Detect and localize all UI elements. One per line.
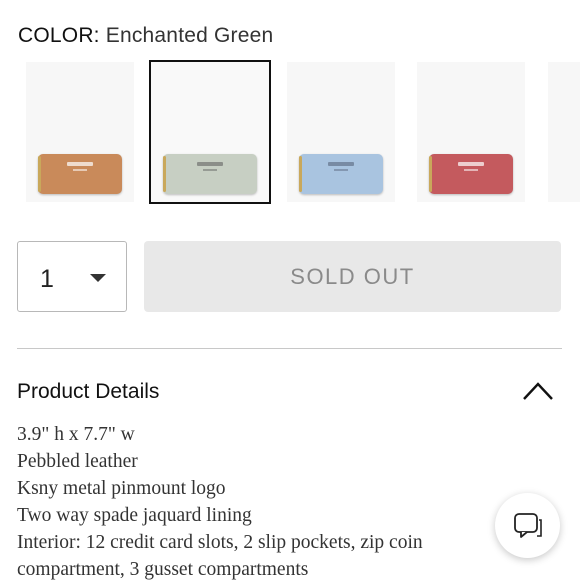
wallet-image-enchanted-green bbox=[163, 154, 257, 194]
section-divider bbox=[17, 348, 562, 349]
detail-item: Interior: 12 credit card slots, 2 slip p… bbox=[17, 532, 423, 553]
wallet-image-rose bbox=[429, 154, 513, 194]
swatch-tan[interactable] bbox=[26, 62, 134, 202]
chat-button[interactable] bbox=[495, 493, 560, 558]
swatch-light-blue[interactable] bbox=[287, 62, 395, 202]
detail-item: Two way spade jaquard lining bbox=[17, 505, 252, 526]
color-swatch-carousel[interactable] bbox=[0, 60, 580, 206]
selected-color-name: Enchanted Green bbox=[105, 24, 274, 47]
color-label-row: COLOR: Enchanted Green bbox=[18, 24, 273, 48]
sold-out-button[interactable]: SOLD OUT bbox=[144, 241, 561, 312]
chevron-up-icon[interactable] bbox=[522, 380, 554, 402]
caret-down-icon bbox=[90, 274, 106, 282]
detail-item: compartment, 3 gusset compartments bbox=[17, 559, 309, 580]
detail-item: Pebbled leather bbox=[17, 451, 138, 472]
quantity-value: 1 bbox=[40, 265, 54, 293]
swatch-enchanted-green[interactable] bbox=[149, 60, 271, 204]
sold-out-label: SOLD OUT bbox=[290, 263, 415, 289]
color-label: COLOR: bbox=[18, 24, 100, 47]
chat-bubble-icon bbox=[513, 512, 542, 538]
product-details-list: 3.9" h x 7.7" w Pebbled leather Ksny met… bbox=[17, 421, 487, 580]
swatch-rose[interactable] bbox=[417, 62, 525, 202]
swatch-next-partial[interactable] bbox=[548, 62, 580, 202]
product-details-heading[interactable]: Product Details bbox=[17, 380, 159, 404]
detail-item: Ksny metal pinmount logo bbox=[17, 478, 226, 499]
wallet-image-light-blue bbox=[299, 154, 383, 194]
quantity-select[interactable]: 1 bbox=[17, 241, 127, 312]
wallet-image-tan bbox=[38, 154, 122, 194]
detail-item: 3.9" h x 7.7" w bbox=[17, 424, 135, 445]
